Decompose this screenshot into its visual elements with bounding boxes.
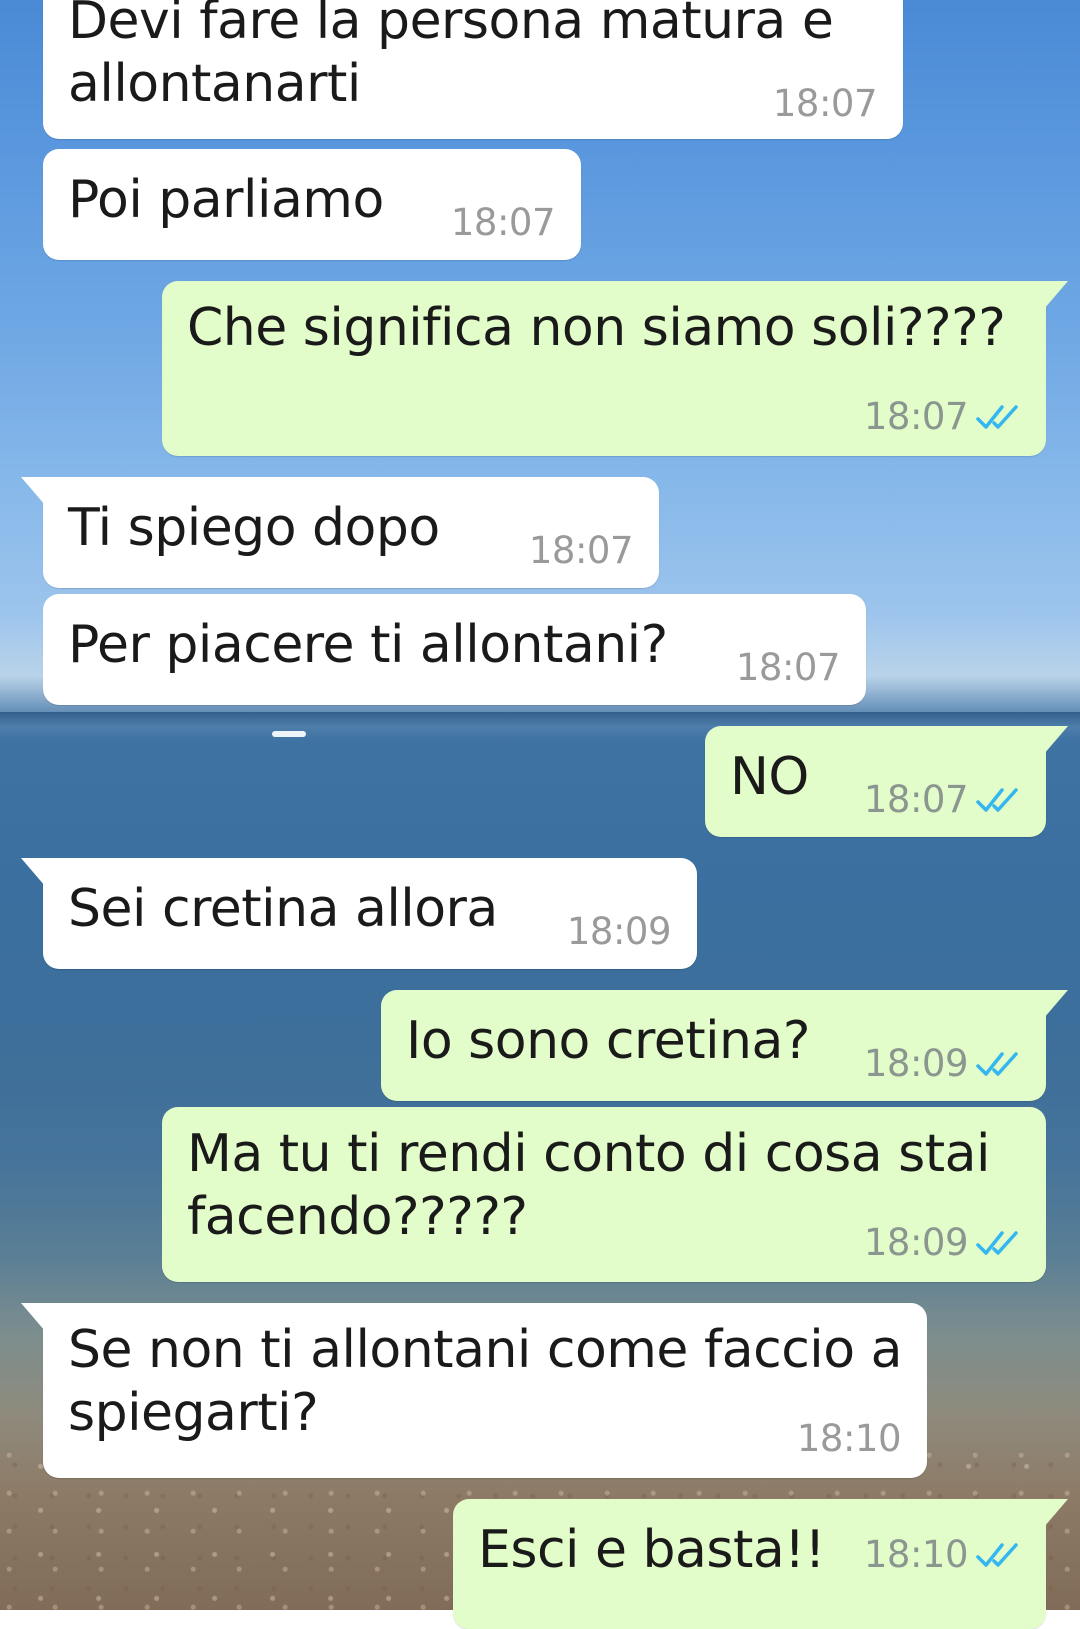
- message-text-line: Per piacere ti allontani?: [68, 615, 668, 675]
- message-text-line: allontanarti: [68, 54, 361, 114]
- message-meta: 18:09: [864, 1221, 1020, 1264]
- message-text: NO: [730, 746, 809, 809]
- message-meta: 18:09: [864, 1042, 1020, 1085]
- double-check-icon: [976, 404, 1018, 429]
- message-timestamp: 18:07: [772, 82, 878, 125]
- message-text: Io sono cretina?: [406, 1010, 810, 1073]
- message-text: Sei cretina allora: [68, 878, 498, 941]
- message-text: Che significa non siamo soli????: [187, 297, 1006, 360]
- bubble-tail: [1044, 726, 1068, 754]
- message-text: Poi parliamo: [68, 169, 384, 232]
- message-text-line: Esci e basta!!: [478, 1520, 825, 1580]
- bubble-tail: [1044, 990, 1068, 1018]
- message-timestamp: 18:10: [796, 1417, 902, 1460]
- message-text-line: Io sono cretina?: [406, 1011, 810, 1071]
- message-meta: 18:10: [796, 1417, 902, 1460]
- message-text-line: Sei cretina allora: [68, 879, 498, 939]
- message-text-line: Se non ti allontani come faccio a: [68, 1320, 902, 1380]
- message-meta: 18:07: [528, 529, 634, 572]
- message-text: Per piacere ti allontani?: [68, 614, 668, 677]
- message-bubble-outgoing[interactable]: Ma tu ti rendi conto di cosa stai facend…: [162, 1107, 1046, 1282]
- message-bubble-incoming[interactable]: Se non ti allontani come faccio a spiega…: [21, 1303, 927, 1478]
- message-bubble-outgoing[interactable]: Che significa non siamo soli???? 18:07: [162, 281, 1068, 456]
- bubble-tail: [1044, 1499, 1068, 1527]
- message-text-line: Che significa non siamo soli????: [187, 298, 1006, 358]
- message-text-line: Ti spiego dopo: [68, 498, 440, 558]
- message-timestamp: 18:07: [863, 778, 969, 821]
- message-text-line: Poi parliamo: [68, 170, 384, 230]
- message-timestamp: 18:10: [863, 1533, 969, 1576]
- message-bubble-incoming[interactable]: Per piacere ti allontani? 18:07: [43, 594, 866, 705]
- message-meta: 18:07: [450, 201, 556, 244]
- message-text-line: Ma tu ti rendi conto di cosa stai: [187, 1124, 990, 1184]
- double-check-icon: [976, 1230, 1018, 1255]
- message-meta: 18:07: [864, 778, 1020, 821]
- message-timestamp: 18:07: [450, 201, 556, 244]
- message-meta: 18:07: [772, 82, 878, 125]
- message-bubble-incoming[interactable]: Poi parliamo 18:07: [43, 149, 581, 260]
- message-text: Esci e basta!!: [478, 1519, 825, 1582]
- message-timestamp: 18:09: [566, 910, 672, 953]
- message-bubble-outgoing[interactable]: Io sono cretina? 18:09: [381, 990, 1068, 1101]
- message-timestamp: 18:07: [863, 395, 969, 438]
- message-text: Devi fare la persona matura e allontanar…: [68, 0, 834, 116]
- message-timestamp: 18:09: [863, 1042, 969, 1085]
- message-meta: 18:07: [735, 646, 841, 689]
- message-text-line: spiegarti?: [68, 1383, 319, 1443]
- message-text: Ti spiego dopo: [68, 497, 440, 560]
- message-bubble-incoming[interactable]: Ti spiego dopo 18:07: [21, 477, 659, 588]
- message-meta: 18:09: [566, 910, 672, 953]
- message-bubble-incoming[interactable]: Devi fare la persona matura e allontanar…: [43, 0, 903, 139]
- bubble-tail: [21, 477, 45, 505]
- message-text: Se non ti allontani come faccio a spiega…: [68, 1319, 902, 1445]
- message-list[interactable]: Devi fare la persona matura e allontanar…: [0, 0, 1080, 1629]
- message-text-line: NO: [730, 747, 809, 807]
- bubble-tail: [21, 1303, 45, 1331]
- message-timestamp: 18:09: [863, 1221, 969, 1264]
- message-timestamp: 18:07: [735, 646, 841, 689]
- bubble-tail: [1044, 281, 1068, 309]
- double-check-icon: [976, 1542, 1018, 1567]
- message-bubble-incoming[interactable]: Sei cretina allora 18:09: [21, 858, 697, 969]
- message-text-line: Devi fare la persona matura e: [68, 0, 834, 51]
- message-meta: 18:07: [864, 395, 1020, 438]
- message-meta: 18:10: [864, 1533, 1020, 1576]
- bubble-tail: [21, 858, 45, 886]
- double-check-icon: [976, 1051, 1018, 1076]
- message-bubble-outgoing[interactable]: NO 18:07: [705, 726, 1068, 837]
- message-timestamp: 18:07: [528, 529, 634, 572]
- double-check-icon: [976, 787, 1018, 812]
